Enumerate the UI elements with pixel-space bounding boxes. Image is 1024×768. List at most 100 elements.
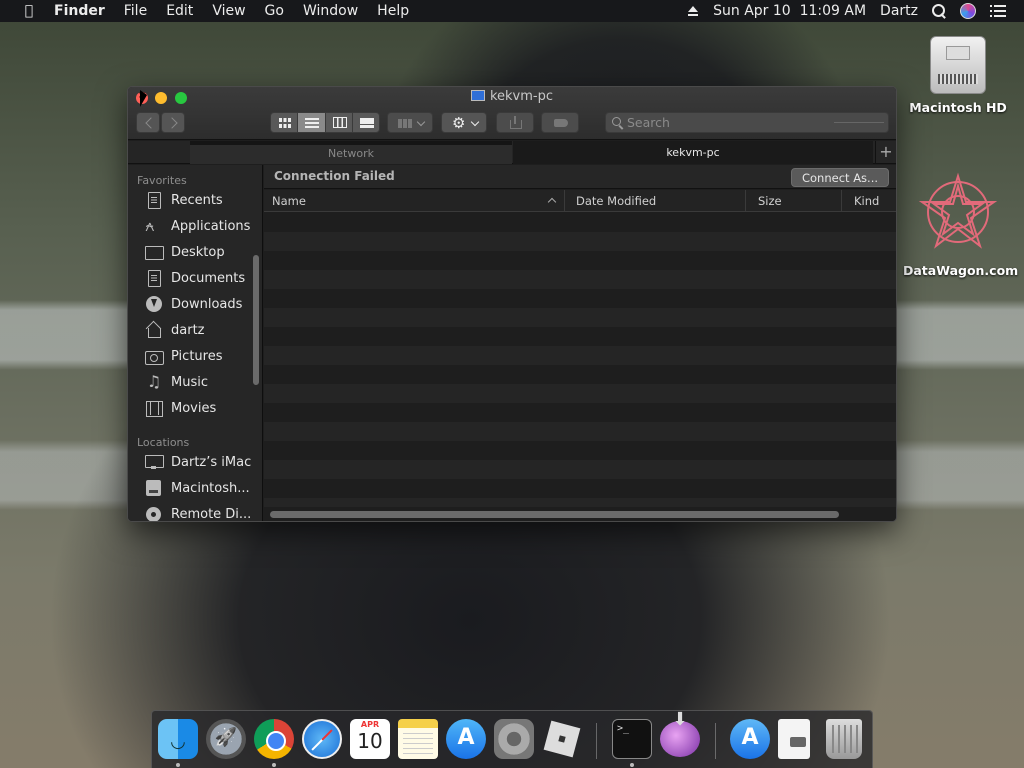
dock-chrome-icon[interactable] [254,719,294,759]
dock-system-preferences-icon[interactable] [494,719,534,759]
dock-trash-icon[interactable] [826,719,862,759]
menu-edit[interactable]: Edit [166,3,193,19]
group-by-button[interactable] [387,112,433,133]
gallery-view-button[interactable] [353,113,379,132]
column-date-modified[interactable]: Date Modified [565,190,746,212]
desktop-icon-macintosh-hd[interactable]: Macintosh HD [903,30,1013,115]
sidebar-item-label: Movies [171,400,217,416]
sidebar-item-label: Macintosh... [171,480,250,496]
menu-bar-extras: Sun Apr 10 11:09 AM Dartz [687,0,1024,22]
desktop-icon-label: DataWagon.com [903,263,1019,278]
sidebar-scrollbar[interactable] [253,255,259,385]
sidebar: Favorites Recents ⍲ Applications Desktop… [128,165,263,522]
dock-separator [596,723,597,759]
remote-disc-icon [145,506,163,521]
dock-terminal-icon[interactable] [612,719,652,759]
menu-help[interactable]: Help [377,3,409,19]
sidebar-item-documents[interactable]: Documents [128,267,253,289]
sidebar-item-label: Downloads [171,296,243,312]
dock-safari-icon[interactable] [302,719,342,759]
menu-user[interactable]: Dartz [880,3,918,19]
sidebar-item-label: Applications [171,218,251,234]
downloads-icon [145,296,163,312]
list-view-button[interactable] [298,113,326,132]
sidebar-item-recents[interactable]: Recents [128,189,253,211]
dock: APR 10 [151,709,873,768]
menu-clock[interactable]: Sun Apr 10 11:09 AM [713,3,866,19]
sidebar-item-imac[interactable]: Dartz’s iMac [128,451,253,473]
menu-finder[interactable]: Finder [54,3,105,19]
sidebar-item-music[interactable]: ♫ Music [128,371,253,393]
siri-icon[interactable] [960,3,976,19]
tags-button[interactable] [541,112,579,133]
documents-icon [145,270,163,287]
dock-finder-icon[interactable] [158,719,198,759]
search-input[interactable] [627,113,827,132]
dock-roblox-icon[interactable] [542,719,582,759]
connect-as-button[interactable]: Connect As... [791,168,889,187]
sidebar-item-movies[interactable]: Movies [128,397,253,419]
sidebar-item-pictures[interactable]: Pictures [128,345,253,367]
sidebar-item-home[interactable]: dartz [128,319,253,341]
sidebar-item-desktop[interactable]: Desktop [128,241,253,263]
title-bar[interactable]: × kekvm-pc ⚙ [128,87,896,140]
connection-status: Connection Failed [274,169,395,183]
home-icon [145,322,163,338]
sidebar-item-downloads[interactable]: Downloads [128,293,253,315]
share-button[interactable] [496,112,534,133]
tab-network[interactable]: Network [190,141,512,164]
imac-icon [145,454,164,470]
spotlight-search-icon[interactable] [932,4,946,18]
sidebar-item-label: Documents [171,270,246,286]
star-pattern-icon [918,172,998,249]
dock-installer-icon[interactable] [660,709,700,757]
search-field-divider [834,122,884,123]
eject-icon[interactable] [687,5,699,17]
menu-view[interactable]: View [212,3,245,19]
icon-view-button[interactable] [271,113,299,132]
sidebar-item-remote-disc[interactable]: Remote Di... [128,503,253,522]
dock-document-stack-icon[interactable] [778,719,810,759]
gear-icon: ⚙ [452,114,466,132]
file-list-rows[interactable] [264,213,896,507]
recents-icon [145,192,163,209]
menu-file[interactable]: File [124,3,147,19]
column-name[interactable]: Name [264,190,565,212]
view-mode-control [270,112,380,133]
search-field[interactable] [605,112,889,133]
menu-window[interactable]: Window [303,3,358,19]
sidebar-item-label: Remote Di... [171,506,252,522]
column-kind[interactable]: Kind [842,190,896,212]
tab-bar: Network kekvm-pc + [128,141,896,164]
sidebar-item-label: Music [171,374,208,390]
dock-launchpad-icon[interactable] [206,719,246,759]
applications-icon: ⍲ [145,216,155,235]
back-button[interactable] [136,112,160,133]
dock-app-store-icon[interactable] [446,719,486,759]
dock-calendar-icon[interactable]: APR 10 [350,719,390,759]
horizontal-scrollbar[interactable] [270,511,839,518]
new-tab-button[interactable]: + [875,141,896,164]
notification-center-icon[interactable] [990,5,1006,17]
calendar-month: APR [360,720,380,729]
forward-button[interactable] [161,112,185,133]
menu-go[interactable]: Go [265,3,284,19]
tab-kekvm-pc[interactable]: kekvm-pc [513,141,873,164]
dock-applications-stack-icon[interactable] [730,719,770,759]
column-view-button[interactable] [326,113,353,132]
hard-disk-icon [145,480,163,496]
desktop-icon-datawagon[interactable]: DataWagon.com [903,172,1019,278]
column-size[interactable]: Size [746,190,842,212]
connection-status-bar: Connection Failed Connect As... [264,165,896,189]
dock-notes-icon[interactable] [398,719,438,759]
sidebar-item-label: Dartz’s iMac [171,454,252,470]
sidebar-item-label: Desktop [171,244,225,260]
action-menu-button[interactable]: ⚙ [441,112,487,133]
sidebar-item-macintosh-hd[interactable]: Macintosh... [128,477,253,499]
music-icon: ♫ [146,372,162,391]
sidebar-item-applications[interactable]: ⍲ Applications [128,215,253,237]
menu-bar:  Finder File Edit View Go Window Help S… [0,0,1024,22]
apple-icon[interactable]:  [20,3,38,19]
window-title: kekvm-pc [128,89,896,104]
sidebar-item-label: Pictures [171,348,223,364]
